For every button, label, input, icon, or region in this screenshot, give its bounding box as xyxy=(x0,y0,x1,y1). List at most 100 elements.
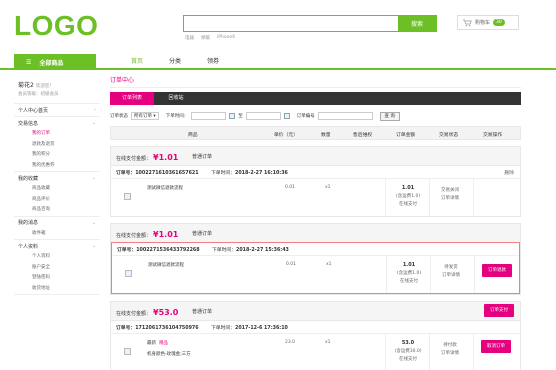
pay-amount: ¥1.01 xyxy=(153,153,179,162)
pay-label: 在线支付金额： xyxy=(116,311,152,317)
order-item: 测试微信退款流程 0.01 x1 1.01 (含运费1.0) 在线支付 待发货 订单详… xyxy=(112,256,519,293)
product-name[interactable]: 最新 赠品 xyxy=(147,340,168,346)
pay-amount: ¥53.0 xyxy=(153,308,179,317)
status-text: 交易关闭 xyxy=(441,188,459,193)
sidebar-item-inbox[interactable]: 收件箱 xyxy=(14,229,100,240)
order-no-label: 订单编号 xyxy=(296,114,315,119)
order-header: 订单号：1002271610361657621 下单时间：2018-2-27 1… xyxy=(111,166,520,179)
sidebar-section: 个人资料 ⌄ 个人资料 账户安全 登陆密码 收货地址 xyxy=(14,240,100,295)
order-type: 普通订单 xyxy=(192,309,213,315)
payment-type: 在线支付 xyxy=(399,357,417,362)
pay-amount: ¥1.01 xyxy=(153,230,179,239)
sidebar-item-coupons[interactable]: 我的优惠券 xyxy=(14,161,100,172)
sidebar-head-label: 我的消息 xyxy=(18,220,39,226)
search-input[interactable] xyxy=(184,16,398,31)
pay-order-button[interactable]: 订单支付 xyxy=(484,304,514,317)
sidebar-head-label: 个人资料 xyxy=(18,243,39,250)
order-time-label: 下单时间： xyxy=(212,248,236,253)
order-number: 订单号：1002271610361657621 xyxy=(116,171,199,176)
sidebar-item-reviews[interactable]: 商品评价 xyxy=(14,195,100,206)
order-status: 待发货 订单详情 xyxy=(436,262,466,278)
sidebar-item-profile[interactable]: 个人资料 xyxy=(14,252,100,263)
cart-icon xyxy=(463,19,472,27)
user-name: 菊花2 xyxy=(18,82,34,89)
column-header: 订单金额 xyxy=(396,132,416,138)
logo[interactable]: LOGO xyxy=(14,10,98,42)
hot-keyword[interactable]: 电器 xyxy=(185,35,194,41)
pay-row: 在线支付金额： ¥1.01 普通订单 xyxy=(111,147,520,165)
order-detail-link[interactable]: 订单详情 xyxy=(436,272,466,278)
hot-keyword[interactable]: iPhone6 xyxy=(217,35,235,41)
nav-tab-coupon[interactable]: 领券 xyxy=(194,54,232,70)
sidebar-head-trade[interactable]: 交易信息 ⌄ xyxy=(14,117,100,129)
sidebar-head-label: 交易信息 xyxy=(18,120,39,127)
column-header: 单价（元） xyxy=(274,132,298,138)
sidebar-section: 我的收藏 ⌄ 商品收藏 商品评价 商品咨询 xyxy=(14,172,100,217)
column-header: 售后维权 xyxy=(353,132,373,138)
table-header: 商品 单价（元） 数量 售后维权 订单金额 交易状态 交易操作 xyxy=(110,126,521,140)
date-from-input[interactable] xyxy=(191,112,227,120)
total-amount: 53.0 xyxy=(401,340,415,346)
menu-icon: ☰ xyxy=(26,58,32,66)
product-image[interactable] xyxy=(125,270,132,277)
column-header: 交易操作 xyxy=(483,132,503,138)
sidebar-head-messages[interactable]: 我的消息 ⌄ xyxy=(14,217,100,229)
order-detail-link[interactable]: 订单详情 xyxy=(435,350,465,356)
total-amount: 1.01 xyxy=(401,185,415,191)
unit-price: 0.01 xyxy=(285,185,296,190)
sidebar-item-points[interactable]: 我的积分 xyxy=(14,150,100,161)
total-amount: 1.01 xyxy=(402,262,416,268)
order-type: 普通订单 xyxy=(192,154,213,160)
sidebar-head-home[interactable]: 个人中心首页 › xyxy=(14,104,100,116)
query-button[interactable]: 查 询 xyxy=(379,111,400,121)
pay-row: 在线支付金额： ¥53.0 普通订单 订单支付 xyxy=(111,302,520,320)
sidebar-item-security[interactable]: 账户安全 xyxy=(14,263,100,274)
sidebar-item-refunds[interactable]: 退款及退货 xyxy=(14,140,100,151)
calendar-icon[interactable] xyxy=(229,113,236,119)
order-number: 订单号：1002271536433792268 xyxy=(117,248,200,253)
sidebar-item-my-orders[interactable]: 我的订单 xyxy=(14,129,100,140)
sidebar-item-questions[interactable]: 商品咨询 xyxy=(14,205,100,216)
order-time-label: 下单时间： xyxy=(211,326,235,331)
status-filter-select[interactable]: 所有订单 ▾ xyxy=(131,112,159,120)
delete-order-link[interactable]: 删除 xyxy=(504,169,514,176)
order-status: 待付款 订单详情 xyxy=(435,340,465,356)
sidebar-item-product-fav[interactable]: 商品收藏 xyxy=(14,184,100,195)
tab-recycle-bin[interactable]: 回收站 xyxy=(154,92,198,105)
order-detail-link[interactable]: 订单详情 xyxy=(435,195,465,201)
date-to-input[interactable] xyxy=(245,112,281,120)
nav-tab-category[interactable]: 分类 xyxy=(156,54,194,70)
order-time: 2018-2-27 16:10:36 xyxy=(235,171,288,176)
quantity: x1 xyxy=(326,262,332,267)
hot-keyword[interactable]: 保暖 xyxy=(201,35,210,41)
chevron-right-icon: › xyxy=(94,107,96,113)
product-name[interactable]: 测试微信退款流程 xyxy=(148,262,184,268)
nav-tab-home[interactable]: 首页 xyxy=(118,54,156,70)
chevron-down-icon: ⌄ xyxy=(91,243,96,249)
order-type: 普通订单 xyxy=(192,231,213,237)
main-nav: ☰ 全部商品 首页 分类 领券 xyxy=(0,54,556,70)
sidebar-head-profile[interactable]: 个人资料 ⌄ xyxy=(14,240,100,252)
order-item: 最新 赠品 机身颜色-玫瑰金;三方 23.0 x1 53.0 (含运费30.0) 在线… xyxy=(111,334,520,370)
refund-button[interactable]: 订单退款 xyxy=(482,264,512,277)
sidebar-item-address[interactable]: 收货地址 xyxy=(14,284,100,295)
tab-order-list[interactable]: 订单列表 xyxy=(110,92,154,105)
product-image[interactable] xyxy=(124,348,131,355)
cancel-order-button[interactable]: 取消订单 xyxy=(481,340,511,353)
sidebar-head-favorites[interactable]: 我的收藏 ⌄ xyxy=(14,172,100,184)
order-no-input[interactable] xyxy=(317,112,373,120)
order-time: 2017-12-6 17:36:10 xyxy=(235,326,288,331)
time-filter-label: 下单时间： xyxy=(165,114,189,119)
calendar-icon[interactable] xyxy=(283,113,290,119)
unit-price: 23.0 xyxy=(285,340,296,345)
cart-button[interactable]: 购物车 30 xyxy=(457,15,519,30)
pay-row: 在线支付金额： ¥1.01 普通订单 xyxy=(111,224,520,242)
chevron-down-icon: ⌄ xyxy=(91,120,96,126)
all-categories-label: 全部商品 xyxy=(39,59,64,67)
all-categories-button[interactable]: ☰ 全部商品 xyxy=(14,54,96,70)
quantity: x1 xyxy=(325,185,331,190)
search-button[interactable]: 搜索 xyxy=(398,16,436,31)
product-image[interactable] xyxy=(124,193,131,200)
sidebar-item-password[interactable]: 登陆密码 xyxy=(14,273,100,284)
product-name[interactable]: 测试微信退款流程 xyxy=(147,185,183,191)
